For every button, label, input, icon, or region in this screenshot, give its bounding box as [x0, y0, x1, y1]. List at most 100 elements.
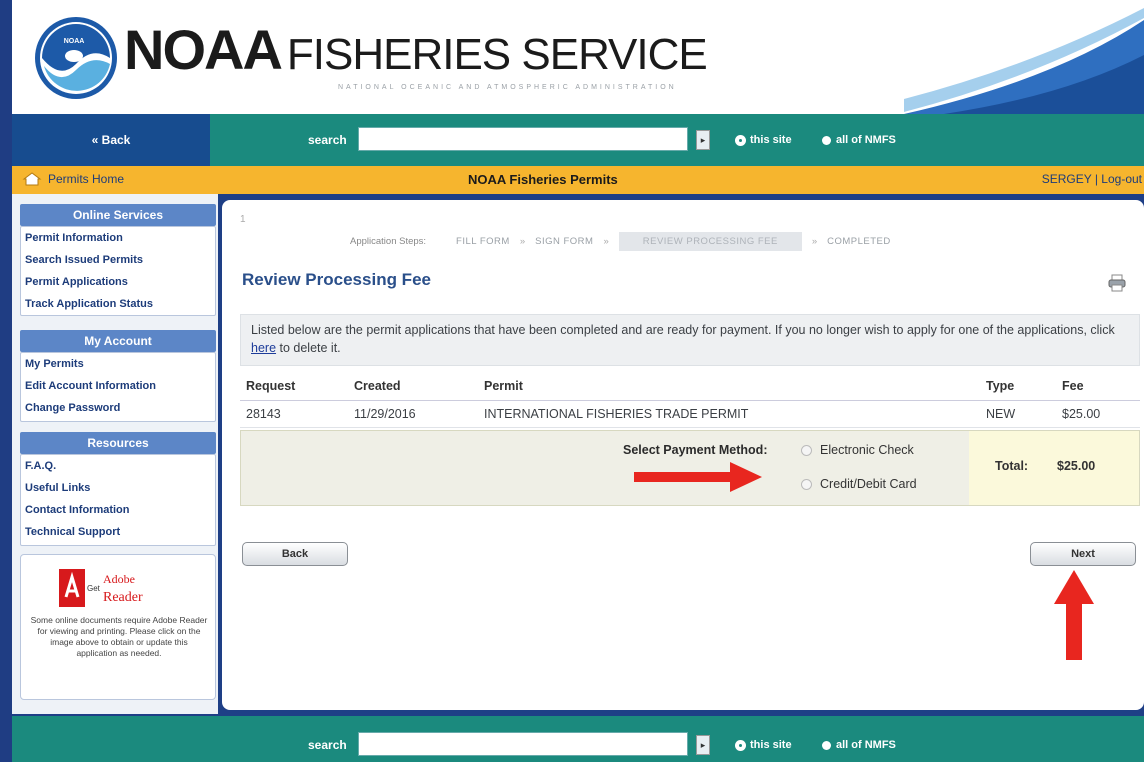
radio-selected-icon [736, 740, 745, 750]
radio-all-nmfs[interactable]: all of NMFS [822, 134, 896, 146]
cell-type: NEW [980, 400, 1056, 428]
sidebar-item-change-password[interactable]: Change Password [21, 397, 215, 419]
electronic-check-label: Electronic Check [820, 443, 914, 457]
adobe-reader-note: Some online documents require Adobe Read… [30, 615, 208, 658]
my-account-menu: My Permits Edit Account Information Chan… [20, 352, 216, 422]
red-arrow-up-icon [1054, 570, 1094, 660]
adobe-reader-box: Get Adobe Reader Some online documents r… [20, 554, 216, 700]
delete-here-link[interactable]: here [251, 341, 276, 355]
search-label: search [308, 133, 347, 147]
adobe-name-text: Adobe [103, 572, 135, 586]
adobe-reader-text: Reader [103, 590, 143, 605]
adobe-reader-icon[interactable]: Get Adobe Reader [59, 567, 179, 609]
next-button[interactable]: Next [1030, 542, 1136, 566]
payment-notice: Listed below are the permit applications… [240, 314, 1140, 366]
search-input[interactable] [358, 127, 688, 151]
col-request: Request [240, 372, 348, 401]
back-button[interactable]: Back [242, 542, 348, 566]
radio-this-site[interactable]: this site [736, 134, 792, 146]
radio-unselected-icon [801, 444, 812, 456]
cell-created: 11/29/2016 [348, 400, 478, 428]
payment-option-credit-debit-card[interactable]: Credit/Debit Card [801, 477, 917, 491]
sidebar: Online Services Permit Information Searc… [12, 194, 218, 714]
site-header: NOAA NOAA FISHERIES SERVICE NATIONAL OCEA… [12, 0, 1144, 114]
table-header-row: Request Created Permit Type Fee [240, 372, 1140, 401]
fees-table: Request Created Permit Type Fee 28143 11… [240, 372, 1140, 428]
radio-selected-icon [736, 135, 745, 145]
my-account-heading: My Account [20, 330, 216, 352]
footer-radio-all-nmfs[interactable]: all of NMFS [822, 739, 896, 751]
footer-search-go-button[interactable]: ▸ [696, 735, 710, 755]
brand-tagline: NATIONAL OCEANIC AND ATMOSPHERIC ADMINIS… [338, 84, 677, 91]
col-type: Type [980, 372, 1056, 401]
total-value: $25.00 [1057, 459, 1096, 473]
footer-search-label: search [308, 738, 347, 752]
user-area: SERGEY | Log-out [1041, 172, 1142, 186]
bottom-search-bar: search ▸ this site all of NMFS [12, 716, 1144, 762]
resources-menu: F.A.Q. Useful Links Contact Information … [20, 454, 216, 546]
back-link[interactable]: « Back [12, 114, 210, 166]
permits-home-link[interactable]: Permits Home [22, 172, 124, 186]
username-link[interactable]: SERGEY [1042, 172, 1092, 186]
step-fill-form: FILL FORM [456, 236, 510, 247]
sidebar-item-search-issued-permits[interactable]: Search Issued Permits [21, 249, 215, 271]
noaa-logo-icon[interactable]: NOAA [34, 16, 118, 100]
credit-debit-card-label: Credit/Debit Card [820, 477, 917, 491]
page-header-title: NOAA Fisheries Permits [468, 172, 618, 187]
col-created: Created [348, 372, 478, 401]
cell-request: 28143 [240, 400, 348, 428]
sidebar-item-track-application-status[interactable]: Track Application Status [21, 293, 215, 315]
footer-radio-this-site[interactable]: this site [736, 739, 792, 751]
header-swoosh-graphic [904, 8, 1144, 114]
print-icon[interactable] [1108, 274, 1126, 292]
sidebar-item-edit-account-information[interactable]: Edit Account Information [21, 375, 215, 397]
search-go-button[interactable]: ▸ [696, 130, 710, 150]
steps-label: Application Steps: [350, 236, 427, 247]
notice-text-after: to delete it. [276, 341, 341, 355]
application-steps: Application Steps: FILL FORM » SIGN FORM… [350, 232, 901, 251]
total-label: Total: [995, 459, 1029, 473]
permits-home-label: Permits Home [48, 172, 125, 186]
notice-text-before: Listed below are the permit applications… [251, 323, 1115, 337]
permits-title-bar: Permits Home NOAA Fisheries Permits SERG… [12, 166, 1144, 194]
col-permit: Permit [478, 372, 980, 401]
step-completed: COMPLETED [827, 236, 891, 247]
cell-permit: INTERNATIONAL FISHERIES TRADE PERMIT [478, 400, 980, 428]
site-brand: NOAA FISHERIES SERVICE [124, 18, 708, 85]
radio-all-nmfs-label: all of NMFS [836, 134, 896, 146]
online-services-menu: Permit Information Search Issued Permits… [20, 226, 216, 316]
cell-fee: $25.00 [1056, 400, 1140, 428]
sidebar-item-faq[interactable]: F.A.Q. [21, 455, 215, 477]
resources-heading: Resources [20, 432, 216, 454]
radio-this-site-label: this site [750, 134, 792, 146]
step-separator: » [519, 236, 526, 247]
radio-unselected-icon [822, 135, 831, 145]
brand-sub: FISHERIES SERVICE [286, 30, 708, 79]
logo-text: NOAA [64, 38, 85, 45]
table-row: 28143 11/29/2016 INTERNATIONAL FISHERIES… [240, 400, 1140, 428]
step-marker: 1 [240, 214, 246, 225]
step-separator: » [603, 236, 609, 247]
sidebar-item-technical-support[interactable]: Technical Support [21, 521, 215, 543]
step-sign-form: SIGN FORM [535, 236, 594, 247]
radio-unselected-icon [822, 740, 831, 750]
home-icon [22, 172, 42, 186]
left-edge-bar [0, 0, 12, 762]
step-review-processing-fee: REVIEW PROCESSING FEE [618, 232, 802, 251]
sidebar-item-permit-applications[interactable]: Permit Applications [21, 271, 215, 293]
red-arrow-right-icon [634, 462, 762, 492]
sidebar-item-permit-information[interactable]: Permit Information [21, 227, 215, 249]
sidebar-item-contact-information[interactable]: Contact Information [21, 499, 215, 521]
top-search-bar: « Back search ▸ this site all of NMFS [12, 114, 1144, 166]
sidebar-item-useful-links[interactable]: Useful Links [21, 477, 215, 499]
radio-unselected-icon [801, 478, 812, 490]
footer-search-input[interactable] [358, 732, 688, 756]
logout-link[interactable]: Log-out [1101, 172, 1142, 186]
sidebar-item-my-permits[interactable]: My Permits [21, 353, 215, 375]
col-fee: Fee [1056, 372, 1140, 401]
adobe-get-text: Get [87, 584, 101, 593]
brand-main: NOAA [124, 18, 283, 81]
payment-option-electronic-check[interactable]: Electronic Check [801, 443, 914, 457]
page-title: Review Processing Fee [242, 270, 431, 289]
step-separator: » [811, 236, 818, 247]
